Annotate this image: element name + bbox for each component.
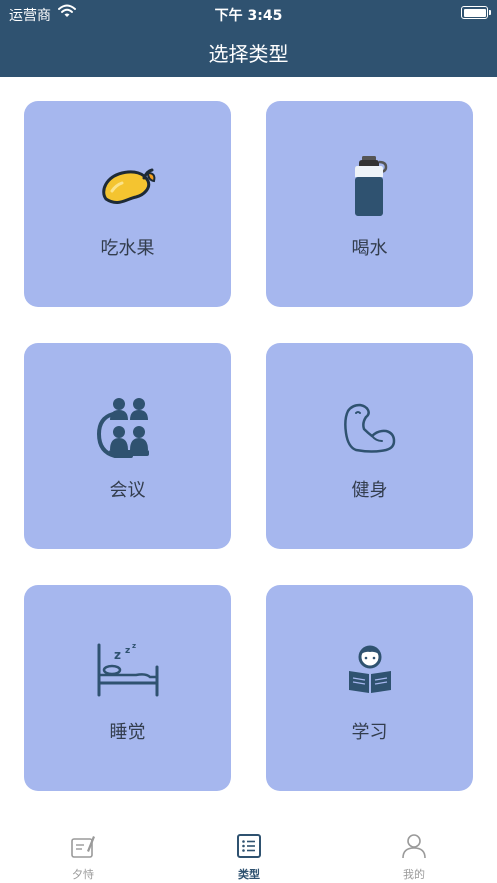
- category-label: 会议: [109, 480, 146, 501]
- svg-text:z: z: [125, 646, 130, 656]
- tab-label: 类型: [238, 868, 260, 881]
- water-bottle-icon: [354, 156, 387, 216]
- category-label: 学习: [351, 722, 388, 743]
- bed-sleep-icon: z z z: [97, 643, 158, 697]
- mango-icon: [101, 168, 155, 204]
- page-title: 选择类型: [208, 42, 289, 66]
- status-time: 下午 3:45: [214, 8, 283, 24]
- tab-label: 我的: [403, 868, 425, 881]
- meeting-people-icon: [96, 398, 149, 458]
- notebook-pen-icon: [71, 836, 95, 858]
- tab-profile[interactable]: 我的: [354, 820, 474, 883]
- category-label: 睡觉: [109, 722, 146, 743]
- list-icon: [237, 834, 261, 858]
- flexed-arm-icon: [343, 403, 395, 453]
- tab-home[interactable]: 夕恃: [23, 820, 143, 883]
- category-card-sleep[interactable]: z z z 睡觉: [24, 585, 231, 791]
- category-card-study[interactable]: 学习: [266, 585, 473, 791]
- tab-label: 夕恃: [72, 868, 94, 881]
- category-card-fitness[interactable]: 健身: [266, 343, 473, 549]
- reading-person-icon: [348, 645, 391, 693]
- category-label: 吃水果: [100, 238, 155, 259]
- svg-text:z: z: [114, 648, 121, 662]
- tab-bar: 夕恃 类型 我的: [0, 820, 497, 883]
- category-card-fruit[interactable]: 吃水果: [24, 101, 231, 307]
- user-icon: [402, 834, 426, 859]
- category-card-meeting[interactable]: 会议: [24, 343, 231, 549]
- category-label: 健身: [351, 480, 388, 501]
- status-bar: 运营商 下午 3:45: [0, 0, 497, 26]
- svg-text:z: z: [132, 643, 136, 650]
- category-label: 喝水: [351, 238, 388, 259]
- tab-types[interactable]: 类型: [189, 820, 309, 883]
- category-card-water[interactable]: 喝水: [266, 101, 473, 307]
- battery-icon: [461, 6, 491, 19]
- header: 运营商 下午 3:45 选择类型: [0, 0, 497, 77]
